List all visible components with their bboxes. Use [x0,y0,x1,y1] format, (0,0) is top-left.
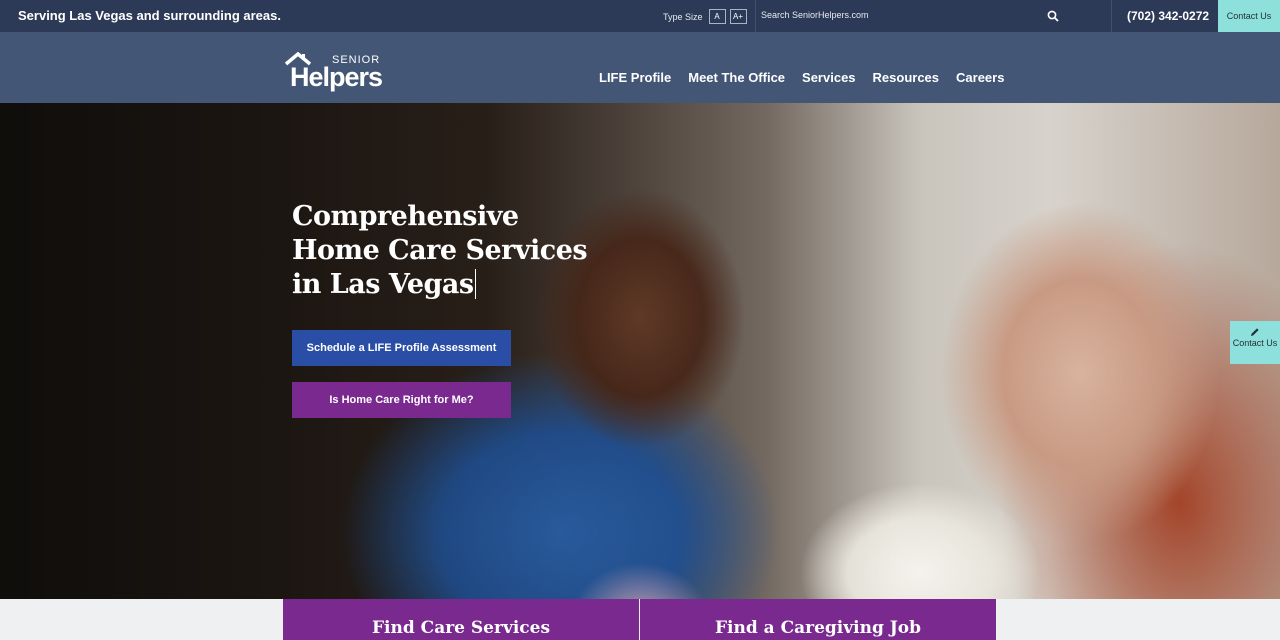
side-contact-tab[interactable]: Contact Us [1230,321,1280,364]
type-size-label: Type Size [663,11,703,22]
hero-title: Comprehensive Home Care Services in Las … [292,200,592,302]
main-navigation: SENIOR Helpers LIFE Profile Meet The Off… [0,32,1280,103]
find-job-label: Find a Caregiving Job [714,618,922,638]
find-caregiving-job-button[interactable]: Find a Caregiving Job [640,599,996,640]
service-area-text: Serving Las Vegas and surrounding areas. [18,8,281,23]
type-size-control: Type Size A A+ [663,9,747,24]
pencil-icon [1250,327,1260,337]
find-care-services-button[interactable]: Find Care Services [283,599,639,640]
side-contact-label: Contact Us [1232,338,1278,348]
hero-image-caregiver-and-senior [0,103,1280,599]
search-icon[interactable] [1047,9,1059,22]
nav-item-life-profile[interactable]: LIFE Profile [599,70,671,85]
nav-item-careers[interactable]: Careers [956,70,1004,85]
nav-links: LIFE Profile Meet The Office Services Re… [599,70,1004,85]
schedule-life-profile-button[interactable]: Schedule a LIFE Profile Assessment [292,330,511,366]
search-input[interactable] [761,6,1041,24]
bottom-quick-links: Find Care Services Find a Caregiving Job [0,599,1280,640]
senior-helpers-logo[interactable]: SENIOR Helpers [284,52,394,92]
site-search [755,0,1110,32]
nav-item-services[interactable]: Services [802,70,856,85]
hero-banner: Comprehensive Home Care Services in Las … [0,103,1280,599]
nav-item-resources[interactable]: Resources [873,70,939,85]
contact-us-top-button[interactable]: Contact Us [1218,0,1280,32]
type-size-large-button[interactable]: A+ [729,9,747,24]
nav-item-meet-the-office[interactable]: Meet The Office [688,70,785,85]
logo-helpers-text: Helpers [290,62,383,92]
is-home-care-right-button[interactable]: Is Home Care Right for Me? [292,382,511,418]
top-utility-bar: Serving Las Vegas and surrounding areas.… [0,0,1280,32]
type-size-normal-button[interactable]: A [708,9,726,24]
phone-area: (702) 342-0272 [1111,0,1218,32]
hero-title-text: Comprehensive Home Care Services in Las … [292,201,588,300]
phone-link[interactable]: (702) 342-0272 [1127,9,1209,23]
find-care-label: Find Care Services [371,618,551,638]
text-cursor [474,269,476,299]
